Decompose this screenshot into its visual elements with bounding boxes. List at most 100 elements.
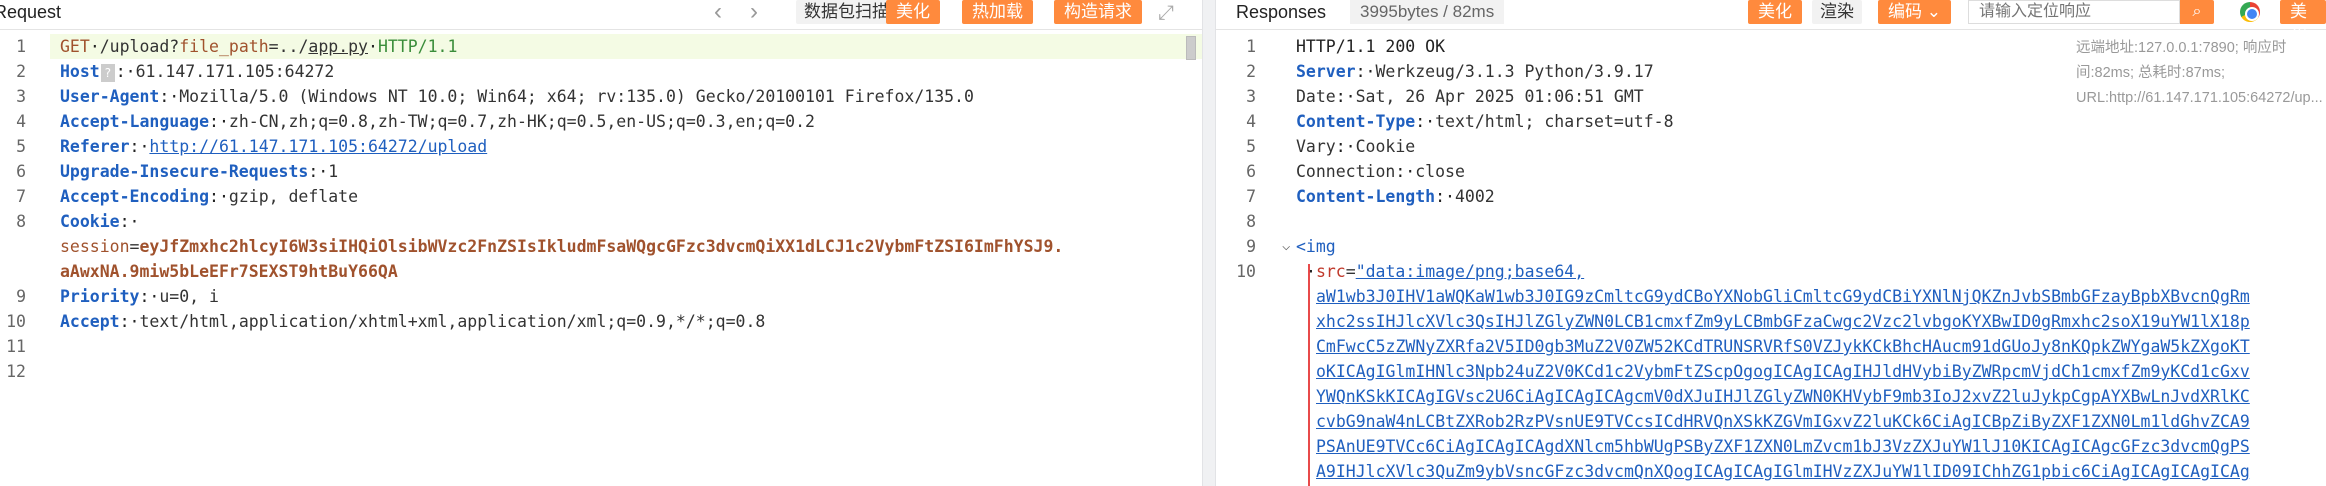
http-protocol: HTTP/1.1 bbox=[377, 37, 458, 56]
header-line: Accept:·text/html,application/xhtml+xml,… bbox=[60, 312, 766, 331]
chevron-down-icon: ⌄ bbox=[1926, 2, 1941, 21]
base64-line: oKICAgIGlmIHNlc3Npb24uZ2V0KCd1c2VybmFtZS… bbox=[1316, 359, 2250, 384]
response-extra-beautify-button[interactable]: 美化 bbox=[2280, 0, 2326, 45]
html-attr: src bbox=[1315, 262, 1346, 281]
header-line: Upgrade-Insecure-Requests:·1 bbox=[60, 162, 339, 181]
line-number: 11 bbox=[6, 337, 26, 356]
header-value: 4002 bbox=[1454, 187, 1495, 206]
base64-text: YWQnKSkKICAgIGVsc2U6CiAgICAgICAgcmV0dXJu… bbox=[1316, 387, 2250, 406]
header-line: Content-Type:·text/html; charset=utf-8 bbox=[1296, 112, 1674, 131]
cookie-line: session=eyJfZmxhc2hlcyI6W3siIHQiOlsibWVz… bbox=[60, 237, 1064, 256]
attr-string[interactable]: "data:image/png;base64, bbox=[1356, 262, 1584, 281]
request-toolbar: Request ‹ › 数据包扫描 美化 热加载 构造请求 ⤢ bbox=[0, 0, 1202, 30]
line-number: 3 bbox=[1246, 87, 1256, 106]
response-search-input[interactable] bbox=[1968, 0, 2180, 24]
line-number: 9 bbox=[1246, 237, 1256, 256]
request-scrollbar[interactable] bbox=[1186, 36, 1196, 60]
chevron-left-icon[interactable]: ‹ bbox=[714, 0, 722, 24]
request-pane: Request ‹ › 数据包扫描 美化 热加载 构造请求 ⤢ 1 2 3 4 … bbox=[0, 0, 1202, 486]
base64-line: xhc2ssIHJlcXVlc3QsIHJlZGlyZWN0LCB1cmxfZm… bbox=[1316, 309, 2250, 334]
response-pane: Responses 3995bytes / 82ms 美化 渲染 编码 ⌄ ⌕ … bbox=[1216, 0, 2326, 486]
query-param: file_path bbox=[179, 37, 269, 56]
chrome-icon[interactable] bbox=[2240, 2, 2260, 22]
response-title: Responses bbox=[1236, 2, 1327, 22]
search-icon[interactable]: ⌕ bbox=[2180, 0, 2214, 24]
request-line: GET·/upload?file_path=../app.py·HTTP/1.1 bbox=[60, 37, 458, 56]
fold-arrow-icon[interactable]: ⌵ bbox=[1282, 238, 1290, 254]
scan-packet-button[interactable]: 数据包扫描 bbox=[796, 0, 897, 24]
header-line: Vary:·Cookie bbox=[1296, 137, 1416, 156]
line-number: 4 bbox=[1246, 112, 1256, 131]
expand-icon[interactable]: ⤢ bbox=[1158, 2, 1174, 25]
encoding-dropdown[interactable]: 编码 ⌄ bbox=[1878, 0, 1951, 24]
response-toolbar: Responses 3995bytes / 82ms 美化 渲染 编码 ⌄ ⌕ … bbox=[1216, 0, 2326, 45]
html-tag-line: <img bbox=[1296, 234, 1336, 259]
header-key: Server bbox=[1296, 62, 1356, 81]
remote-info: 远端地址:127.0.0.1:7890; 响应时间:82ms; 总耗时:87ms… bbox=[2076, 40, 2323, 106]
header-value: Mozilla/5.0 (Windows NT 10.0; Win64; x64… bbox=[179, 87, 974, 106]
header-key: Content-Type bbox=[1296, 112, 1416, 131]
header-value: 1 bbox=[328, 162, 339, 181]
line-number: 2 bbox=[16, 62, 26, 81]
header-key: Connection bbox=[1296, 162, 1396, 181]
request-path: /upload? bbox=[99, 37, 180, 56]
cookie-value: eyJfZmxhc2hlcyI6W3siIHQiOlsibWVzc2FnZSIs… bbox=[139, 237, 1064, 256]
encoding-label: 编码 bbox=[1888, 2, 1922, 21]
header-key: Date bbox=[1296, 87, 1336, 106]
response-editor[interactable]: 1 2 3 4 5 6 7 8 9 10 ⌵ HTTP/1.1 200 OK S… bbox=[1216, 30, 2326, 486]
base64-text: aW1wb3J0IHV1aWQKaW1wb3J0IG9zCmltcG9ydCBo… bbox=[1316, 287, 2250, 306]
header-key: Referer bbox=[60, 137, 130, 156]
header-line: Connection:·close bbox=[1296, 162, 1465, 181]
beautify-button[interactable]: 美化 bbox=[886, 0, 940, 24]
request-editor[interactable]: 1 2 3 4 5 6 7 8 9 10 11 12 GET·/upload?f… bbox=[0, 30, 1202, 486]
referer-link[interactable]: http://61.147.171.105:64272/upload bbox=[149, 137, 487, 156]
header-key: Cookie bbox=[60, 212, 120, 231]
line-number: 3 bbox=[16, 87, 26, 106]
header-key: Priority bbox=[60, 287, 140, 306]
request-path: =../ bbox=[268, 37, 309, 56]
base64-line: CmFwcC5zZWNyZXRfa2V5ID0gb3MuZ2V0ZW52KCdT… bbox=[1316, 334, 2250, 359]
header-value: Cookie bbox=[1355, 137, 1416, 156]
base64-line: aW1wb3J0IHV1aWQKaW1wb3J0IG9zCmltcG9ydCBo… bbox=[1316, 284, 2250, 309]
header-line: Priority:·u=0, i bbox=[60, 287, 219, 306]
header-value: text/html,application/xhtml+xml,applicat… bbox=[139, 312, 766, 331]
base64-line: cvbG9naW4nLCBtZXRob2RzPVsnUE9TVCcsICdHRV… bbox=[1316, 409, 2250, 434]
indent-guide bbox=[1308, 264, 1310, 486]
header-line: Server:·Werkzeug/3.1.3 Python/3.9.17 bbox=[1296, 62, 1654, 81]
cookie-value: aAwxNA.9miw5bLeEFr7SEXST9htBuY66QA bbox=[60, 262, 398, 281]
request-gutter: 1 2 3 4 5 6 7 8 9 10 11 12 bbox=[0, 30, 50, 486]
html-tag: <img bbox=[1296, 237, 1336, 256]
line-number: 7 bbox=[16, 187, 26, 206]
line-number: 10 bbox=[1236, 262, 1256, 281]
header-key: Upgrade-Insecure-Requests bbox=[60, 162, 309, 181]
header-value: text/html; charset=utf-8 bbox=[1435, 112, 1674, 131]
pane-splitter[interactable] bbox=[1202, 0, 1216, 486]
header-value: u=0, i bbox=[159, 287, 219, 306]
header-value: 61.147.171.105:64272 bbox=[135, 62, 335, 81]
header-key: User-Agent bbox=[60, 87, 160, 106]
header-line: Host?:·61.147.171.105:64272 bbox=[60, 62, 335, 82]
line-number: 5 bbox=[1246, 137, 1256, 156]
header-line: Accept-Encoding:·gzip, deflate bbox=[60, 187, 359, 206]
line-number: 1 bbox=[1246, 37, 1256, 56]
base64-text: A9IHJlcXVlc3QuZm9ybVsncGFzc3dvcmQnXQogIC… bbox=[1316, 462, 2250, 481]
hot-load-button[interactable]: 热加载 bbox=[962, 0, 1033, 24]
line-number: 7 bbox=[1246, 187, 1256, 206]
render-button[interactable]: 渲染 bbox=[1812, 0, 1862, 24]
response-beautify-button[interactable]: 美化 bbox=[1748, 0, 1802, 24]
header-value: zh-CN,zh;q=0.8,zh-TW;q=0.7,zh-HK;q=0.5,e… bbox=[228, 112, 815, 131]
line-number: 9 bbox=[16, 287, 26, 306]
help-icon[interactable]: ? bbox=[100, 63, 115, 82]
status-line: HTTP/1.1 200 OK bbox=[1296, 37, 1446, 56]
header-line: User-Agent:·Mozilla/5.0 (Windows NT 10.0… bbox=[60, 87, 974, 106]
chevron-right-icon[interactable]: › bbox=[750, 0, 758, 24]
header-line: Date:·Sat, 26 Apr 2025 01:06:51 GMT bbox=[1296, 87, 1644, 106]
base64-text: CmFwcC5zZWNyZXRfa2V5ID0gb3MuZ2V0ZW52KCdT… bbox=[1316, 337, 2250, 356]
header-key: Host bbox=[60, 62, 100, 81]
base64-line: PSAnUE9TVCc6CiAgICAgICAgdXNlcm5hbWUgPSBy… bbox=[1316, 434, 2250, 459]
header-key: Vary bbox=[1296, 137, 1336, 156]
line-number: 5 bbox=[16, 137, 26, 156]
base64-line: YWQnKSkKICAgIGVsc2U6CiAgICAgICAgcmV0dXJu… bbox=[1316, 384, 2250, 409]
base64-text: xhc2ssIHJlcXVlc3QsIHJlZGlyZWN0LCB1cmxfZm… bbox=[1316, 312, 2250, 331]
construct-request-button[interactable]: 构造请求 bbox=[1054, 0, 1142, 24]
